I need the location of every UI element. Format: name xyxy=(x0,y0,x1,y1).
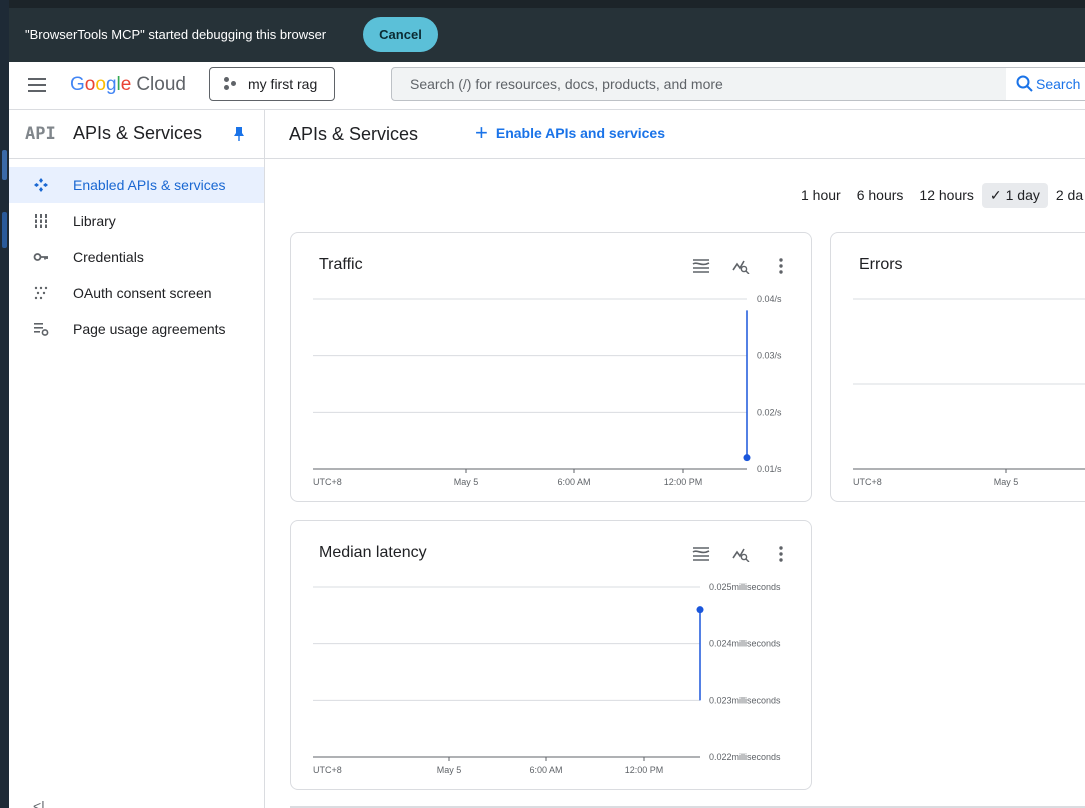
y-tick-label: 0.04/s xyxy=(757,294,782,304)
time-range-option-label: 1 day xyxy=(1005,186,1040,203)
x-tick-label: May 5 xyxy=(454,477,479,487)
sidebar-item-label: Library xyxy=(73,213,116,229)
collapse-sidebar-icon[interactable]: <| xyxy=(33,798,45,808)
logo-letter: G xyxy=(70,74,85,95)
checkmark-icon: ✓ xyxy=(989,186,1002,203)
debug-message: "BrowserTools MCP" started debugging thi… xyxy=(25,27,327,42)
median-latency-card: Median latency 0.025milliseconds 0.024mil… xyxy=(290,520,812,790)
search-button[interactable]: Search xyxy=(1006,67,1085,101)
browser-page: "BrowserTools MCP" started debugging thi… xyxy=(9,0,1085,808)
errors-chart: UTC+8 May 5 xyxy=(853,298,1085,487)
search-button-label: Search xyxy=(1036,76,1081,92)
x-tick-label: UTC+8 xyxy=(853,477,882,487)
debug-banner: "BrowserTools MCP" started debugging thi… xyxy=(9,0,1085,62)
hamburger-menu-icon[interactable] xyxy=(26,74,48,96)
sidebar-item-enabled-apis[interactable]: Enabled APIs & services xyxy=(9,167,264,203)
enable-apis-label: Enable APIs and services xyxy=(495,125,665,141)
library-icon xyxy=(34,214,48,228)
x-tick-label: 12:00 PM xyxy=(625,765,664,775)
time-range-option[interactable]: 2 da xyxy=(1048,183,1085,207)
x-tick-label: May 5 xyxy=(994,477,1019,487)
data-point xyxy=(696,606,704,614)
y-tick-label: 0.024milliseconds xyxy=(709,639,781,649)
traffic-card: Traffic 0.04/s 0.03/s 0.02/s 0.01/s UTC+8 May… xyxy=(290,232,812,502)
y-tick-label: 0.022milliseconds xyxy=(709,752,781,762)
sidebar-item-label: Enabled APIs & services xyxy=(73,177,226,193)
x-tick-label: 6:00 AM xyxy=(529,765,562,775)
logo-letter: o xyxy=(84,74,96,95)
main-header: APIs & Services + Enable APIs and servic… xyxy=(265,110,1085,159)
time-range-option[interactable]: 6 hours xyxy=(849,183,912,207)
api-badge-icon: API xyxy=(25,124,56,144)
sidebar: API APIs & Services Enabled APIs & servi… xyxy=(9,110,265,808)
y-tick-label: 0.025milliseconds xyxy=(709,582,781,592)
x-tick-label: UTC+8 xyxy=(313,765,342,775)
time-range-option-selected[interactable]: ✓ 1 day xyxy=(981,182,1048,208)
sidebar-item-credentials[interactable]: Credentials xyxy=(9,239,264,275)
project-name: my first rag xyxy=(248,76,318,92)
x-tick-label: May 5 xyxy=(437,765,462,775)
sidebar-item-library[interactable]: Library xyxy=(9,203,264,239)
desktop-background xyxy=(0,0,9,808)
banner-top-edge xyxy=(9,0,1085,8)
time-range-option[interactable]: 1 hour xyxy=(793,183,849,207)
traffic-chart: 0.04/s 0.03/s 0.02/s 0.01/s UTC+8 May 5 6:00 A… xyxy=(313,294,782,487)
y-tick-label: 0.01/s xyxy=(757,464,782,474)
page-title: APIs & Services xyxy=(289,124,419,144)
cancel-debugging-button[interactable]: Cancel xyxy=(363,17,438,52)
x-tick-label: UTC+8 xyxy=(313,477,342,487)
logo-suffix: Cloud xyxy=(136,74,186,95)
data-point xyxy=(743,454,751,462)
oauth-icon xyxy=(34,286,48,300)
sidebar-item-label: Credentials xyxy=(73,249,144,265)
desktop-window-edge xyxy=(2,150,7,180)
plus-icon: + xyxy=(475,120,488,145)
enabled-apis-icon xyxy=(34,178,48,192)
search-input[interactable] xyxy=(392,68,1006,100)
time-range-option[interactable]: 12 hours xyxy=(911,183,981,207)
settings-list-icon xyxy=(34,323,49,336)
google-cloud-logo[interactable]: Google Cloud xyxy=(70,74,186,96)
time-range-selector: 1 hour 6 hours 12 hours ✓ 1 day 2 da xyxy=(793,182,1085,208)
search-box xyxy=(391,67,1007,101)
logo-letter: e xyxy=(120,74,132,95)
console-top-bar: Google Cloud my first rag Search xyxy=(9,62,1085,110)
sidebar-item-label: Page usage agreements xyxy=(73,321,226,337)
project-picker-button[interactable]: my first rag xyxy=(209,67,335,101)
y-tick-label: 0.03/s xyxy=(757,351,782,361)
sidebar-item-page-usage-agreements[interactable]: Page usage agreements xyxy=(9,311,264,347)
sidebar-title: APIs & Services xyxy=(73,123,203,143)
sidebar-item-label: OAuth consent screen xyxy=(73,285,212,301)
desktop-window-edge xyxy=(2,212,7,248)
pin-icon[interactable] xyxy=(233,127,245,141)
enable-apis-button[interactable]: + Enable APIs and services xyxy=(475,120,665,145)
x-tick-label: 6:00 AM xyxy=(557,477,590,487)
errors-card: Errors UTC+8 May 5 xyxy=(830,232,1085,502)
key-icon xyxy=(33,253,48,261)
logo-letter: o xyxy=(95,74,106,95)
sidebar-header: API APIs & Services xyxy=(9,110,264,159)
y-tick-label: 0.023milliseconds xyxy=(709,695,781,705)
sidebar-item-oauth-consent[interactable]: OAuth consent screen xyxy=(9,275,264,311)
y-tick-label: 0.02/s xyxy=(757,407,782,417)
logo-letter: g xyxy=(105,74,117,95)
median-latency-chart: 0.025milliseconds 0.024milliseconds 0.023m… xyxy=(313,582,781,775)
search-icon xyxy=(1016,75,1033,92)
project-icon xyxy=(224,77,238,91)
x-tick-label: 12:00 PM xyxy=(664,477,703,487)
